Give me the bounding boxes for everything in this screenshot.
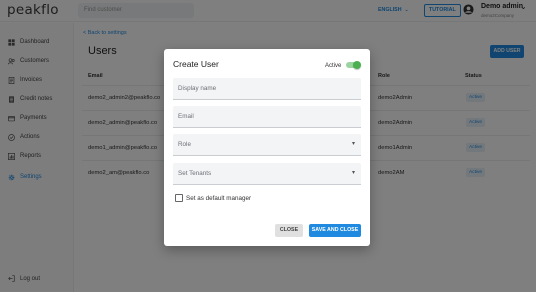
default-manager-label: Set as default manager xyxy=(186,195,252,202)
toggle-knob xyxy=(353,61,361,69)
close-button[interactable]: CLOSE xyxy=(275,224,303,237)
active-toggle-label: Active xyxy=(325,63,342,69)
email-field[interactable]: Email xyxy=(173,106,361,128)
default-manager-checkbox[interactable] xyxy=(175,194,183,202)
display-name-field[interactable]: Display name xyxy=(173,78,361,100)
role-select[interactable]: Role ▾ xyxy=(173,134,361,156)
role-placeholder: Role xyxy=(178,141,191,148)
display-name-placeholder: Display name xyxy=(178,85,217,92)
dropdown-arrow-icon: ▾ xyxy=(351,141,355,147)
dropdown-arrow-icon: ▾ xyxy=(351,170,355,176)
active-toggle[interactable] xyxy=(346,61,361,69)
save-and-close-button[interactable]: SAVE AND CLOSE xyxy=(309,224,361,237)
tenants-placeholder: Set Tenants xyxy=(178,170,212,177)
tenants-select[interactable]: Set Tenants ▾ xyxy=(173,163,361,185)
dialog-title: Create User xyxy=(173,59,219,69)
email-placeholder: Email xyxy=(178,113,194,120)
create-user-dialog: Create User Active Display name Email Ro… xyxy=(164,49,370,246)
